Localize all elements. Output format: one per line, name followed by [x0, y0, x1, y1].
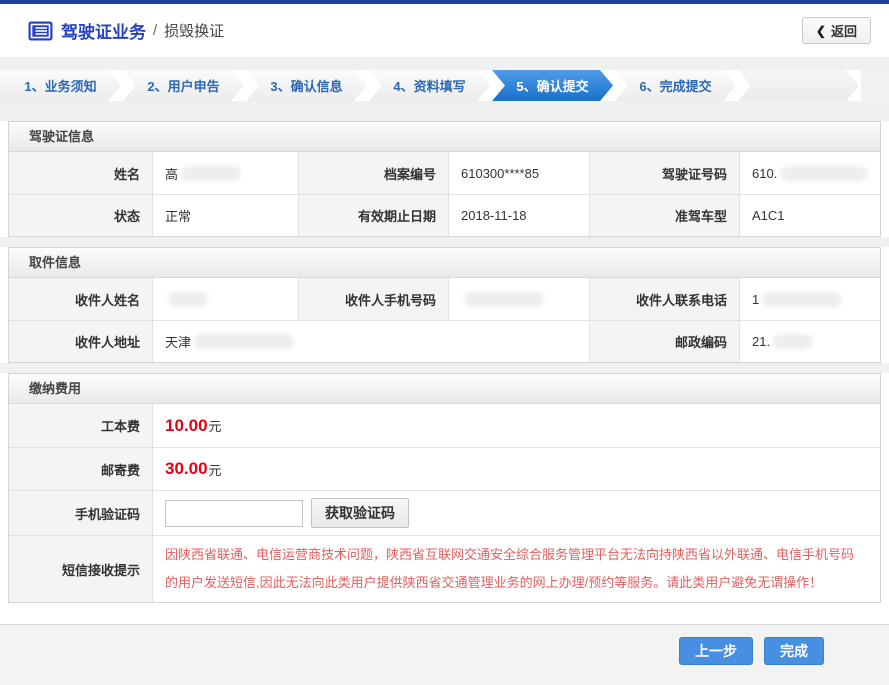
divider-band [0, 101, 889, 121]
get-code-button[interactable]: 获取验证码 [311, 498, 409, 528]
step-bar-filler [861, 70, 889, 101]
file-no-label: 档案编号 [299, 152, 449, 194]
mail-fee-label: 邮寄费 [9, 447, 153, 490]
file-no-value: 610300****85 [449, 152, 590, 194]
sms-code-label: 手机验证码 [9, 490, 153, 535]
license-info-section: 驾驶证信息 姓名 高 档案编号 610300****85 驾驶证号码 610. … [8, 121, 881, 237]
recipient-phone-value: 1 [740, 278, 880, 320]
redaction-blur [194, 334, 294, 349]
license-no-label: 驾驶证号码 [590, 152, 740, 194]
license-no-value: 610. [740, 152, 880, 194]
pickup-section-title: 取件信息 [9, 248, 880, 278]
redaction-blur [464, 292, 544, 307]
recipient-name-value [153, 278, 299, 320]
mail-fee-value: 30.00元 [153, 447, 880, 490]
page-title: 驾驶证业务 [61, 18, 146, 43]
recipient-mobile-label: 收件人手机号码 [299, 278, 449, 320]
recipient-name-label: 收件人姓名 [9, 278, 153, 320]
page-header: 驾驶证业务 / 损毁换证 ❮ 返回 [0, 4, 889, 57]
content-bottom-padding [0, 603, 889, 624]
redaction-blur [181, 166, 241, 181]
name-value: 高 [153, 152, 299, 194]
recipient-address-value: 天津 [153, 320, 590, 362]
redaction-blur [773, 334, 813, 349]
redaction-blur [780, 166, 868, 181]
sms-notice-label: 短信接收提示 [9, 535, 153, 602]
fees-section-title: 缴纳费用 [9, 374, 880, 404]
name-label: 姓名 [9, 152, 153, 194]
step-3-confirm-info: 3、确认信息 [246, 70, 367, 101]
status-value: 正常 [153, 194, 299, 236]
license-card-icon [28, 21, 53, 41]
vehicle-class-label: 准驾车型 [590, 194, 740, 236]
previous-step-button[interactable]: 上一步 [679, 637, 753, 665]
recipient-address-label: 收件人地址 [9, 320, 153, 362]
card-fee-label: 工本费 [9, 404, 153, 447]
zip-code-value: 21. [740, 320, 880, 362]
card-fee-value: 10.00元 [153, 404, 880, 447]
back-button[interactable]: ❮ 返回 [802, 17, 871, 44]
vehicle-class-value: A1C1 [740, 194, 880, 236]
pickup-info-section: 取件信息 收件人姓名 收件人手机号码 收件人联系电话 1 收件人地址 天津 邮政… [8, 247, 881, 363]
recipient-mobile-value [449, 278, 590, 320]
breadcrumb-current: 损毁换证 [164, 20, 224, 41]
finish-button[interactable]: 完成 [764, 637, 824, 665]
expiry-label: 有效期止日期 [299, 194, 449, 236]
back-button-label: 返回 [831, 21, 857, 40]
redaction-blur [762, 292, 842, 307]
zip-code-label: 邮政编码 [590, 320, 740, 362]
sms-code-input[interactable] [165, 500, 303, 527]
status-label: 状态 [9, 194, 153, 236]
sms-notice-text: 因陕西省联通、电信运营商技术问题，陕西省互联网交通安全综合服务管理平台无法向持陕… [165, 536, 868, 602]
step-progress-bar: 1、业务须知 2、用户申告 3、确认信息 4、资料填写 5、确认提交 6、完成提… [0, 70, 889, 101]
divider-band [0, 363, 889, 373]
step-5-confirm-submit: 5、确认提交 [492, 70, 613, 101]
step-1-notice: 1、业务须知 [0, 70, 121, 101]
redaction-blur [168, 292, 208, 307]
recipient-phone-label: 收件人联系电话 [590, 278, 740, 320]
sms-notice-cell: 因陕西省联通、电信运营商技术问题，陕西省互联网交通安全综合服务管理平台无法向持陕… [153, 535, 880, 602]
step-6-complete: 6、完成提交 [615, 70, 736, 101]
divider-band [0, 57, 889, 70]
back-chevron-icon: ❮ [816, 24, 826, 38]
step-empty-segment [738, 70, 859, 101]
expiry-value: 2018-11-18 [449, 194, 590, 236]
license-section-title: 驾驶证信息 [9, 122, 880, 152]
breadcrumb-separator: / [153, 22, 157, 39]
fees-section: 缴纳费用 工本费 10.00元 邮寄费 30.00元 手机验证码 获取验证码 短… [8, 373, 881, 603]
step-2-declaration: 2、用户申告 [123, 70, 244, 101]
step-4-fill-data: 4、资料填写 [369, 70, 490, 101]
sms-code-row: 获取验证码 [153, 490, 880, 535]
footer-action-bar: 上一步 完成 [0, 624, 889, 685]
divider-band [0, 237, 889, 247]
